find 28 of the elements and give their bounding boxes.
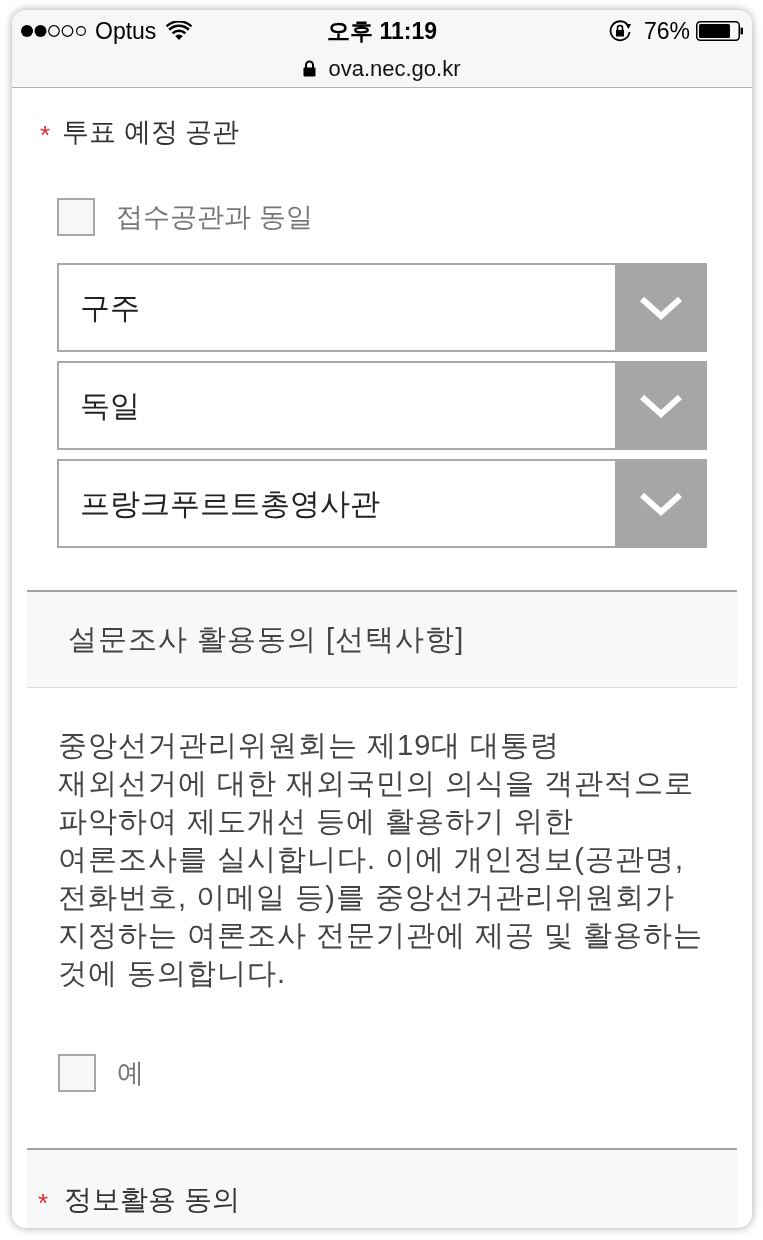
checkbox-label[interactable]: 접수공관과 동일 (116, 199, 313, 235)
section-title: 설문조사 활용동의 [선택사항] (68, 621, 465, 657)
checkbox-label[interactable]: 예 (117, 1055, 144, 1091)
battery-icon (696, 21, 744, 41)
section-title: 투표 예정 공관 (62, 116, 240, 149)
consent-paragraph: 중앙선거관리위원회는 제19대 대통령 재외선거에 대한 재외국민의 의식을 객관적으로 파악하여 제도개선 등에 활용하기 위한 여론조사를 실시합니다. 이에 개인정보(공관명, 전화번호, 이메일 등)를 중앙선거관리위원회가 지정하는 여론조사 전문기관에 제공 및 활용하는 것에 동의합니다. (58, 728, 704, 991)
dropdown-field[interactable]: 구주 (57, 263, 707, 352)
checkbox[interactable] (58, 1054, 96, 1092)
chevron-down-icon (639, 393, 683, 418)
dropdown-field[interactable]: 프랑크푸르트총영사관 (57, 459, 707, 548)
dropdown-arrow-button[interactable] (615, 361, 707, 450)
required-asterisk: * (40, 119, 51, 148)
section-title: 정보활용 동의 (64, 1183, 240, 1217)
lock-icon (303, 59, 317, 77)
checkbox[interactable] (57, 198, 95, 236)
rotation-lock-icon (608, 20, 632, 42)
required-asterisk: * (38, 1187, 49, 1216)
dropdown-field[interactable]: 독일 (57, 361, 707, 450)
chevron-down-icon (639, 295, 683, 320)
clock-time: 오후 11:19 (327, 16, 437, 46)
carrier-name: Optus (95, 16, 157, 46)
url-text[interactable]: ova.nec.go.kr (328, 51, 461, 85)
dropdown-arrow-button[interactable] (615, 459, 707, 548)
chevron-down-icon (639, 491, 683, 516)
dropdown-arrow-button[interactable] (615, 263, 707, 352)
battery-percentage: 76% (643, 16, 690, 46)
signal-strength-icon (20, 24, 86, 38)
wifi-icon (166, 21, 193, 41)
